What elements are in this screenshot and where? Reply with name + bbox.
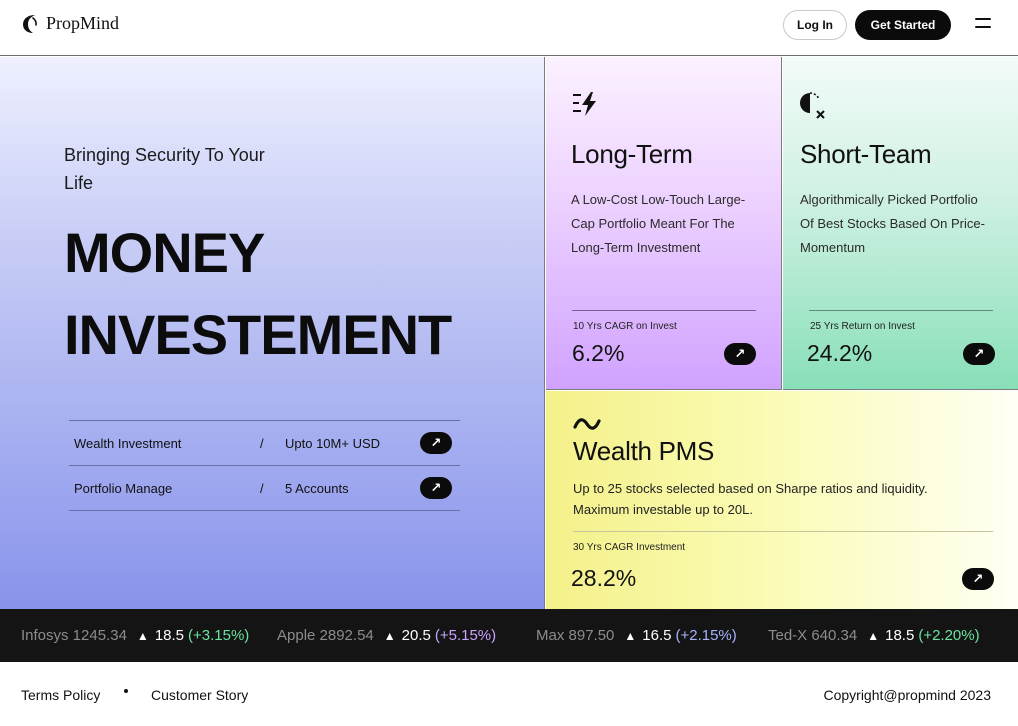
- wealth-pms-card[interactable]: Wealth PMS Up to 25 stocks selected base…: [546, 391, 1018, 609]
- arrow-up-right-icon[interactable]: ↗: [724, 343, 756, 365]
- arrow-up-right-icon[interactable]: ↗: [963, 343, 995, 365]
- ticker-percent: (+5.15%): [434, 627, 497, 644]
- ticker-delta: 18.5: [885, 627, 915, 644]
- offer-name: Portfolio Manage: [74, 481, 173, 496]
- short-team-card[interactable]: Short-Team Algorithmically Picked Portfo…: [783, 57, 1018, 390]
- footer-separator-dot: [124, 689, 128, 693]
- page-footer: Terms Policy Customer Story Copyright@pr…: [0, 662, 1018, 726]
- ticker-item-infosys: Infosys 1245.34 ▲ 18.5 (+3.15%): [21, 627, 249, 644]
- card-divider: [573, 531, 993, 532]
- ticker-item-apple: Apple 2892.54 ▲ 20.5 (+5.15%): [277, 627, 496, 644]
- top-navbar: PropMind Log In Get Started: [0, 0, 1018, 56]
- hero-section: Bringing Security To Your Life MONEY INV…: [0, 57, 545, 609]
- stat-value: 28.2%: [571, 565, 637, 591]
- copyright-text: Copyright@propmind 2023: [823, 687, 991, 703]
- arrow-up-right-icon[interactable]: ↗: [420, 432, 452, 454]
- card-description: Up to 25 stocks selected based on Sharpe…: [573, 481, 928, 517]
- stat-label: 25 Yrs Return on Invest: [810, 321, 915, 332]
- headline-line-2: INVESTEMENT: [64, 303, 452, 366]
- up-triangle-icon: ▲: [867, 629, 880, 643]
- card-divider: [809, 310, 993, 311]
- ticker-symbol-price: Infosys 1245.34: [21, 627, 127, 644]
- card-description: Algorithmically Picked Portfolio Of Best…: [800, 192, 985, 255]
- ticker-symbol-price: Apple 2892.54: [277, 627, 374, 644]
- ticker-symbol-price: Max 897.50: [536, 627, 615, 644]
- hero-headline: MONEY INVESTEMENT: [64, 212, 452, 376]
- long-term-card[interactable]: Long-Term A Low-Cost Low-Touch Large-Cap…: [546, 57, 782, 390]
- propmind-logo-icon: [23, 14, 37, 33]
- offer-list: Wealth Investment / Upto 10M+ USD ↗ Port…: [69, 420, 460, 511]
- offer-row-portfolio-manage[interactable]: Portfolio Manage / 5 Accounts ↗: [69, 466, 460, 511]
- offer-value: Upto 10M+ USD: [285, 436, 381, 451]
- customer-story-link[interactable]: Customer Story: [151, 687, 248, 703]
- half-moon-cross-icon: [800, 92, 825, 119]
- card-title: Long-Term: [571, 139, 693, 169]
- brand-logo[interactable]: PropMind: [22, 13, 119, 34]
- ticker-delta: 16.5: [642, 627, 672, 644]
- up-triangle-icon: ▲: [136, 629, 149, 643]
- login-button[interactable]: Log In: [783, 10, 847, 40]
- up-triangle-icon: ▲: [624, 629, 637, 643]
- headline-line-1: MONEY: [64, 221, 265, 284]
- offer-row-wealth-investment[interactable]: Wealth Investment / Upto 10M+ USD ↗: [69, 421, 460, 466]
- up-triangle-icon: ▲: [383, 629, 396, 643]
- brand-name: PropMind: [46, 13, 120, 33]
- tilde-wave-icon: [573, 418, 601, 430]
- card-description: A Low-Cost Low-Touch Large-Cap Portfolio…: [571, 192, 746, 255]
- stat-value: 24.2%: [807, 340, 873, 366]
- arrow-up-right-icon[interactable]: ↗: [420, 477, 452, 499]
- offer-separator: /: [260, 481, 264, 496]
- hero-tagline: Bringing Security To Your Life: [64, 145, 265, 193]
- arrow-up-right-icon[interactable]: ↗: [962, 568, 994, 590]
- ticker-delta: 18.5: [154, 627, 185, 644]
- ticker-percent: (+2.20%): [918, 627, 980, 644]
- ticker-delta: 20.5: [401, 627, 431, 644]
- card-title: Wealth PMS: [573, 436, 715, 466]
- ticker-item-max: Max 897.50 ▲ 16.5 (+2.15%): [536, 627, 737, 644]
- ticker-percent: (+3.15%): [188, 627, 250, 644]
- hamburger-menu-icon[interactable]: [975, 17, 993, 31]
- stock-ticker: Infosys 1245.34 ▲ 18.5 (+3.15%) Apple 2892.…: [0, 609, 1018, 662]
- card-divider: [572, 310, 756, 311]
- card-title: Short-Team: [800, 139, 932, 169]
- lightning-speed-icon: [573, 92, 596, 116]
- offer-value: 5 Accounts: [285, 481, 349, 496]
- stat-label: 10 Yrs CAGR on Invest: [573, 321, 677, 332]
- stat-value: 6.2%: [572, 340, 625, 366]
- ticker-percent: (+2.15%): [675, 627, 737, 644]
- ticker-item-ted-x: Ted-X 640.34 ▲ 18.5 (+2.20%): [768, 627, 980, 644]
- offer-name: Wealth Investment: [74, 436, 182, 451]
- offer-separator: /: [260, 436, 264, 451]
- terms-policy-link[interactable]: Terms Policy: [21, 687, 100, 703]
- stat-label: 30 Yrs CAGR Investment: [573, 542, 686, 553]
- get-started-button[interactable]: Get Started: [855, 10, 951, 40]
- ticker-symbol-price: Ted-X 640.34: [768, 627, 858, 644]
